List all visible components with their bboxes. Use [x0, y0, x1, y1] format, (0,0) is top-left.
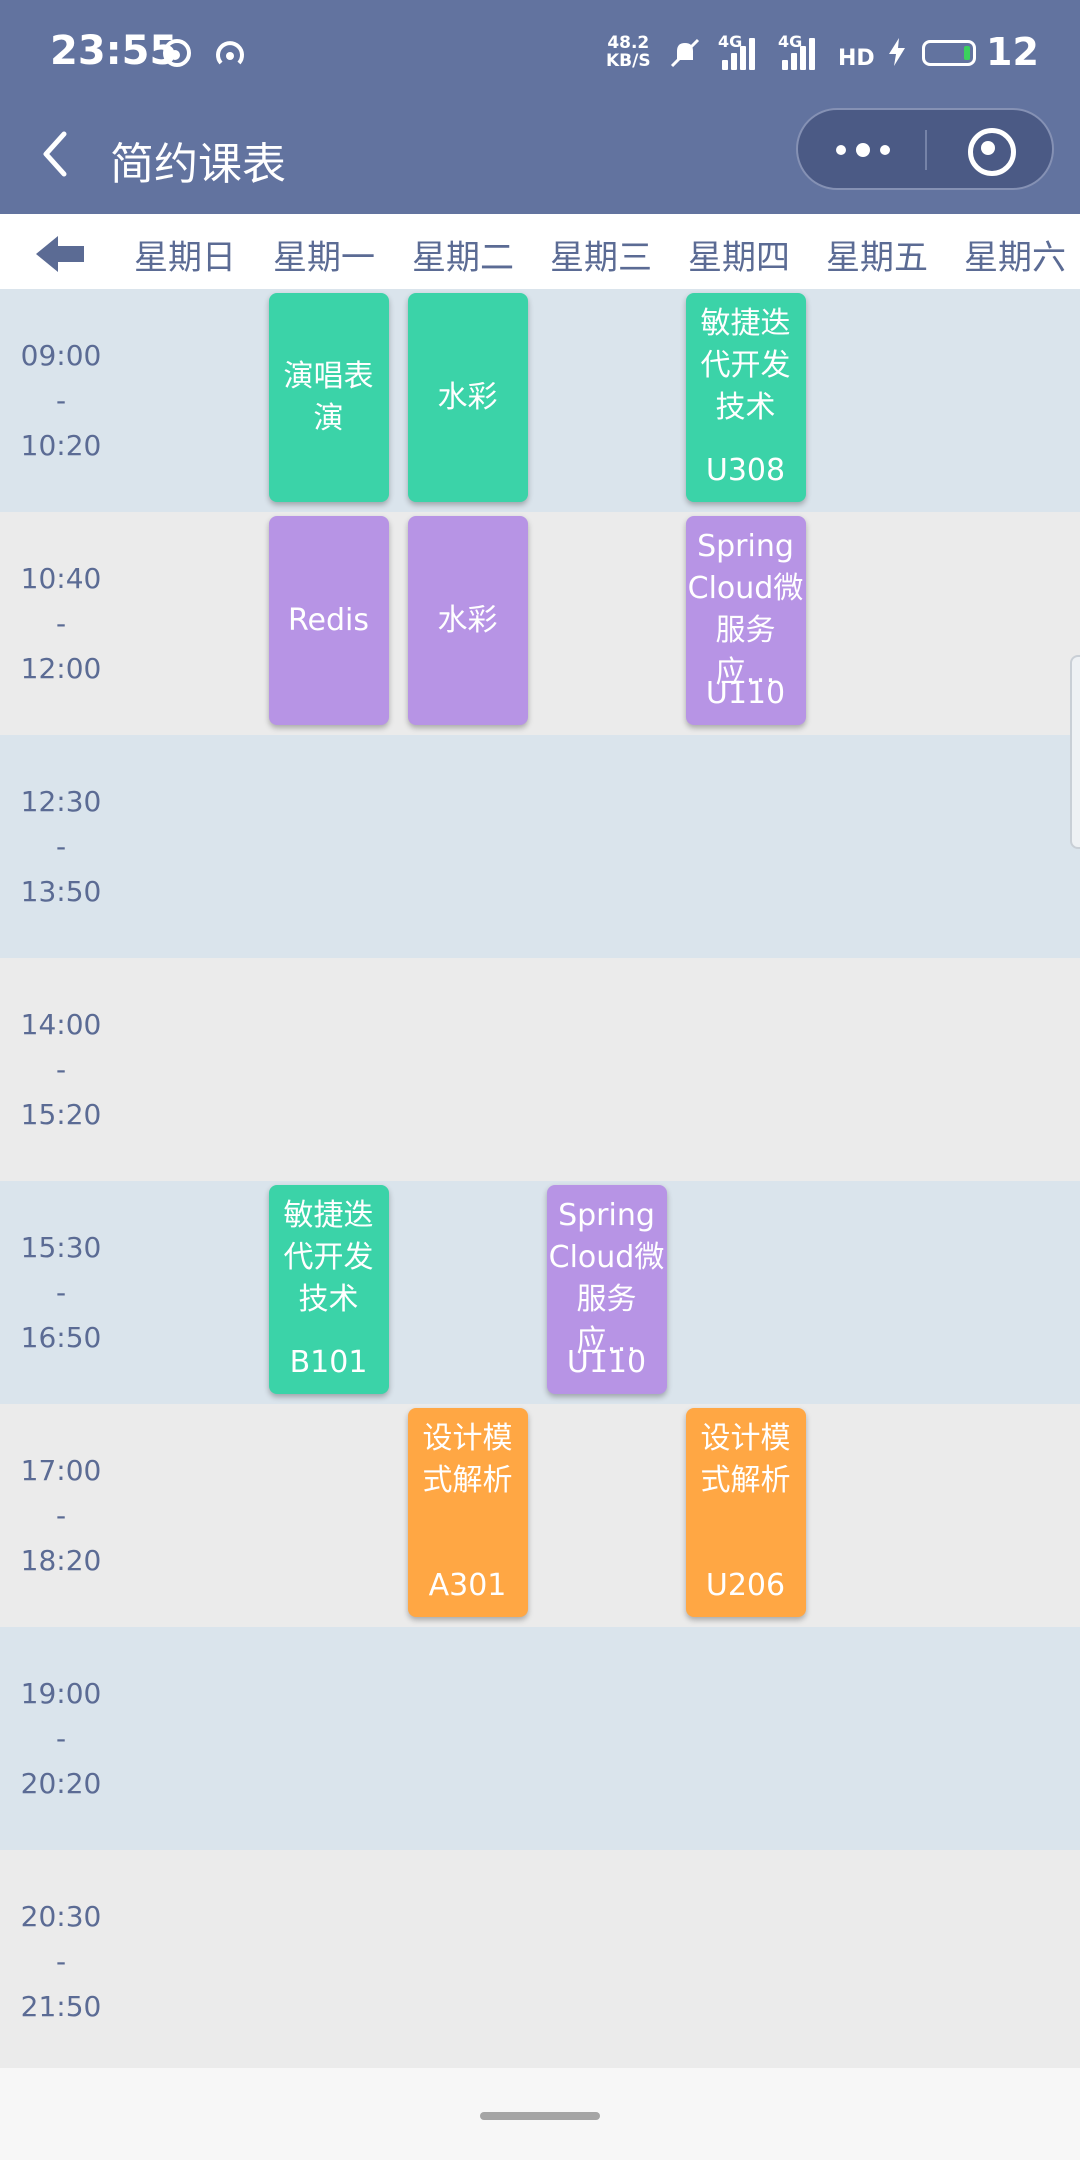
chevron-left-icon[interactable]	[34, 124, 78, 184]
time-cell: 10:40 - 12:00	[0, 512, 122, 735]
time-start: 17:00	[20, 1454, 102, 1487]
hotspot-icon	[212, 36, 248, 80]
net-speed: 48.2 KB/S	[606, 34, 651, 70]
time-sep: -	[55, 830, 67, 863]
course-card[interactable]: 敏捷迭代开发技术 B101	[268, 1185, 389, 1394]
course-room: U206	[705, 1568, 786, 1603]
course-card[interactable]: Spring Cloud微服务应… U110	[685, 516, 806, 725]
time-cell: 14:00 - 15:20	[0, 958, 122, 1181]
course-card[interactable]: 设计模式解析 A301	[407, 1408, 528, 1617]
time-sep: -	[55, 607, 67, 640]
time-sep: -	[55, 1722, 67, 1755]
battery-icon	[922, 40, 976, 66]
course-card[interactable]: 水彩	[407, 293, 528, 502]
course-room: A301	[428, 1568, 507, 1603]
time-start: 12:30	[20, 785, 102, 818]
day-saturday: 星期六	[964, 238, 1066, 278]
time-end: 12:00	[20, 652, 102, 685]
home-indicator[interactable]	[480, 2112, 600, 2120]
course-name: Redis	[288, 602, 369, 638]
status-bar: 23:55 48.2 KB/S 4G 4G HD 12	[0, 0, 1080, 104]
time-row: 12:30 - 13:50	[0, 735, 1080, 958]
target-icon[interactable]	[926, 110, 1052, 188]
course-card[interactable]: 敏捷迭代开发技术 U308	[685, 293, 806, 502]
signal-icon	[722, 38, 755, 70]
course-room: U110	[705, 676, 786, 711]
time-cell: 19:00 - 20:20	[0, 1627, 122, 1850]
course-card[interactable]: 水彩	[407, 516, 528, 725]
time-start: 19:00	[20, 1677, 102, 1710]
nav-bar: 简约课表	[0, 104, 1080, 214]
time-start: 10:40	[20, 562, 102, 595]
time-end: 18:20	[20, 1544, 102, 1577]
time-end: 10:20	[20, 429, 102, 462]
time-end: 20:20	[20, 1767, 102, 1800]
time-cell: 20:30 - 21:50	[0, 1850, 122, 2073]
course-name: 敏捷迭代开发技术	[283, 1198, 374, 1317]
time-start: 09:00	[20, 339, 102, 372]
mute-icon	[668, 36, 702, 78]
more-dots-icon[interactable]	[798, 110, 926, 188]
day-sunday: 星期日	[134, 238, 236, 278]
time-end: 21:50	[20, 1990, 102, 2023]
hd-icon: HD	[838, 46, 875, 71]
time-end: 15:20	[20, 1098, 102, 1131]
course-name: Spring Cloud微服务应…	[687, 529, 804, 690]
time-cell: 09:00 - 10:20	[0, 289, 122, 512]
time-sep: -	[55, 1053, 67, 1086]
course-name: 水彩	[437, 602, 498, 638]
time-sep: -	[55, 1945, 67, 1978]
battery-level: 12	[986, 30, 1039, 74]
time-row: 19:00 - 20:20	[0, 1627, 1080, 1850]
mini-program-capsule	[796, 108, 1054, 190]
time-row: 10:40 - 12:00	[0, 512, 1080, 735]
course-card[interactable]: Spring Cloud微服务应… U110	[546, 1185, 667, 1394]
course-name: 敏捷迭代开发技术	[700, 306, 791, 425]
course-card[interactable]: 设计模式解析 U206	[685, 1408, 806, 1617]
day-friday: 星期五	[826, 238, 928, 278]
page-title: 简约课表	[110, 139, 286, 190]
time-sep: -	[55, 1499, 67, 1532]
course-name: Spring Cloud微服务应…	[548, 1198, 665, 1359]
course-room: B101	[289, 1345, 368, 1380]
time-row: 20:30 - 21:50	[0, 1850, 1080, 2073]
day-wednesday: 星期三	[550, 238, 652, 278]
net-speed-unit: KB/S	[606, 51, 651, 71]
course-name: 设计模式解析	[422, 1421, 513, 1498]
time-start: 15:30	[20, 1231, 102, 1264]
arrow-left-icon[interactable]	[34, 232, 88, 276]
time-end: 16:50	[20, 1321, 102, 1354]
status-time: 23:55	[50, 28, 178, 74]
scroll-indicator[interactable]	[1070, 655, 1080, 849]
time-cell: 17:00 - 18:20	[0, 1404, 122, 1627]
time-row: 15:30 - 16:50	[0, 1181, 1080, 1404]
time-start: 14:00	[20, 1008, 102, 1041]
weibo-icon	[160, 36, 194, 78]
day-thursday: 星期四	[688, 238, 790, 278]
course-room: U110	[566, 1345, 647, 1380]
time-sep: -	[55, 384, 67, 417]
time-start: 20:30	[20, 1900, 102, 1933]
course-name: 水彩	[437, 379, 498, 415]
day-monday: 星期一	[273, 238, 375, 278]
time-end: 13:50	[20, 875, 102, 908]
course-card[interactable]: 演唱表演	[268, 293, 389, 502]
time-sep: -	[55, 1276, 67, 1309]
time-row: 17:00 - 18:20	[0, 1404, 1080, 1627]
course-room: U308	[705, 453, 786, 488]
net-speed-value: 48.2	[607, 33, 650, 53]
bottom-bar	[0, 2068, 1080, 2160]
course-card[interactable]: Redis	[268, 516, 389, 725]
day-tuesday: 星期二	[412, 238, 514, 278]
time-cell: 12:30 - 13:50	[0, 735, 122, 958]
charging-icon	[886, 36, 908, 76]
course-name: 设计模式解析	[700, 1421, 791, 1498]
time-row: 14:00 - 15:20	[0, 958, 1080, 1181]
signal-icon	[782, 38, 815, 70]
course-name: 演唱表演	[283, 358, 374, 436]
time-row: 09:00 - 10:20	[0, 289, 1080, 512]
time-cell: 15:30 - 16:50	[0, 1181, 122, 1404]
week-day-header: 星期日 星期一 星期二 星期三 星期四 星期五 星期六	[0, 214, 1080, 289]
